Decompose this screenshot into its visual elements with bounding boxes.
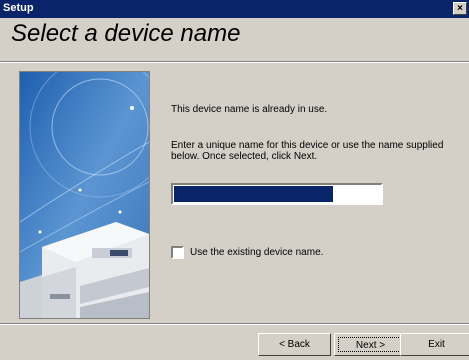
footer-divider <box>0 323 469 325</box>
name-in-use-message: This device name is already in use. <box>171 104 328 115</box>
window-title: Setup <box>3 2 34 14</box>
exit-button[interactable]: Exit <box>400 333 469 356</box>
use-existing-name-checkbox[interactable] <box>171 246 184 259</box>
header-divider <box>0 61 469 63</box>
use-existing-name-label: Use the existing device name. <box>190 247 324 258</box>
title-bar: Setup × <box>0 0 469 18</box>
next-button-label: Next > <box>338 337 403 352</box>
device-name-input[interactable] <box>171 183 383 205</box>
selected-text-highlight <box>174 186 333 202</box>
instruction-message: Enter a unique name for this device or u… <box>171 140 444 162</box>
page-heading: Select a device name <box>11 20 241 47</box>
back-button[interactable]: < Back <box>258 333 331 356</box>
close-button[interactable]: × <box>453 2 467 15</box>
close-icon: × <box>457 3 463 14</box>
next-button[interactable]: Next > <box>334 333 407 356</box>
use-existing-name-option[interactable]: Use the existing device name. <box>171 246 323 259</box>
printer-illustration <box>19 71 150 319</box>
